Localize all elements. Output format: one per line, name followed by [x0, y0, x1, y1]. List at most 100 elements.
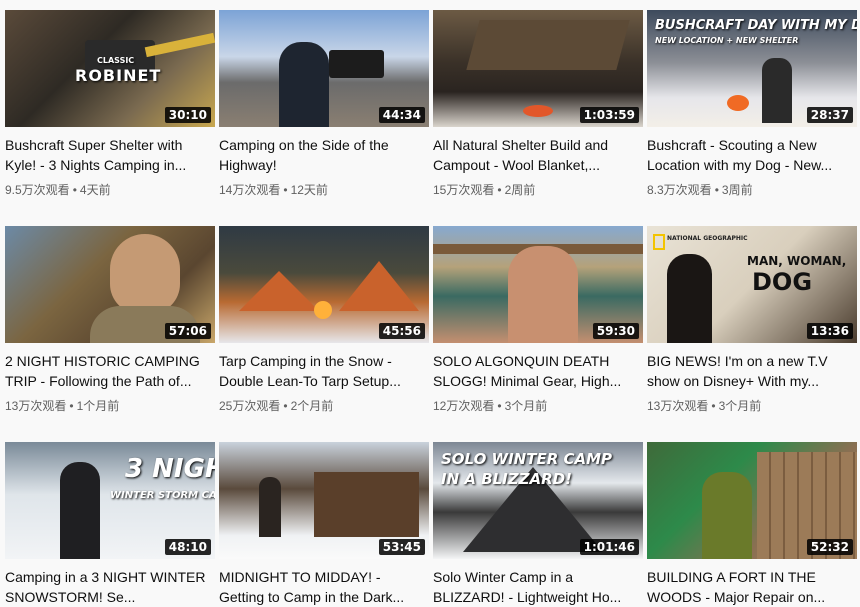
video-card[interactable]: 44:34 Camping on the Side of the Highway… [219, 10, 429, 199]
video-title[interactable]: MIDNIGHT TO MIDDAY! - Getting to Camp in… [219, 567, 429, 607]
video-card[interactable]: 45:56 Tarp Camping in the Snow - Double … [219, 226, 429, 415]
video-meta: 8.3万次观看 • 3周前 [647, 181, 857, 199]
duration-badge: 1:03:59 [579, 107, 639, 123]
video-title[interactable]: Camping on the Side of the Highway! [219, 135, 429, 175]
thumbnail-overlay-small: NATIONAL GEOGRAPHIC [667, 235, 748, 242]
face-shape [110, 234, 180, 314]
duration-badge: 59:30 [592, 323, 639, 339]
separator-dot: • [69, 399, 74, 413]
fire-shape [314, 301, 332, 319]
tarp-right-shape [339, 261, 419, 311]
video-thumbnail[interactable]: 52:32 [647, 442, 857, 559]
video-meta: 25万次观看 • 2个月前 [219, 397, 429, 415]
video-meta: 13万次观看 • 1个月前 [5, 397, 215, 415]
duration-badge: 28:37 [806, 107, 853, 123]
video-thumbnail[interactable]: NATIONAL GEOGRAPHIC MAN, WOMAN, DOG 13:3… [647, 226, 857, 343]
video-card[interactable]: 53:45 MIDNIGHT TO MIDDAY! - Getting to C… [219, 442, 429, 607]
video-thumbnail[interactable]: 1:03:59 [433, 10, 643, 127]
video-grid: CLASSIC ROBINET 30:10 Bushcraft Super Sh… [0, 0, 860, 607]
view-count: 14万次观看 [219, 183, 281, 197]
video-card[interactable]: 1:03:59 All Natural Shelter Build and Ca… [433, 10, 643, 199]
video-thumbnail[interactable]: SOLO WINTER CAMP IN A BLIZZARD! 1:01:46 [433, 442, 643, 559]
thumbnail-overlay-big: DOG [752, 268, 813, 296]
separator-dot: • [497, 399, 502, 413]
video-card[interactable]: NATIONAL GEOGRAPHIC MAN, WOMAN, DOG 13:3… [647, 226, 857, 415]
person-shape [762, 58, 792, 123]
truck-shape [329, 50, 384, 78]
video-thumbnail[interactable]: BUSHCRAFT DAY WITH MY DOG NEW LOCATION +… [647, 10, 857, 127]
separator-dot: • [711, 399, 716, 413]
view-count: 12万次观看 [433, 399, 495, 413]
separator-dot: • [283, 399, 288, 413]
thumbnail-overlay-small: IN A BLIZZARD! [441, 470, 572, 488]
duration-badge: 57:06 [164, 323, 211, 339]
view-count: 15万次观看 [433, 183, 495, 197]
upload-age: 2个月前 [290, 399, 334, 413]
video-title[interactable]: BIG NEWS! I'm on a new T.V show on Disne… [647, 351, 857, 391]
upload-age: 2周前 [504, 183, 536, 197]
thumbnail-overlay-text: 3 NIGHT [125, 454, 215, 484]
separator-dot: • [283, 183, 288, 197]
video-card[interactable]: BUSHCRAFT DAY WITH MY DOG NEW LOCATION +… [647, 10, 857, 199]
video-title[interactable]: Bushcraft Super Shelter with Kyle! - 3 N… [5, 135, 215, 175]
video-card[interactable]: 52:32 BUILDING A FORT IN THE WOODS - Maj… [647, 442, 857, 607]
upload-age: 12天前 [290, 183, 328, 197]
view-count: 8.3万次观看 [647, 183, 712, 197]
video-card[interactable]: SOLO WINTER CAMP IN A BLIZZARD! 1:01:46 … [433, 442, 643, 607]
person-shape [259, 477, 281, 537]
upload-age: 3个月前 [504, 399, 548, 413]
thumbnail-overlay-small: WINTER STORM CAMP [110, 490, 215, 501]
duration-badge: 13:36 [806, 323, 853, 339]
video-thumbnail[interactable]: 59:30 [433, 226, 643, 343]
log-cabin-shape [314, 472, 419, 537]
video-card[interactable]: 57:06 2 NIGHT HISTORIC CAMPING TRIP - Fo… [5, 226, 215, 415]
thumbnail-overlay-text: BUSHCRAFT DAY WITH MY DOG [655, 18, 857, 33]
video-meta: 9.5万次观看 • 4天前 [5, 181, 215, 199]
upload-age: 3周前 [721, 183, 753, 197]
separator-dot: • [714, 183, 719, 197]
video-title[interactable]: 2 NIGHT HISTORIC CAMPING TRIP - Followin… [5, 351, 215, 391]
person-shape [508, 246, 578, 343]
fire-shape [523, 105, 553, 117]
natgeo-logo-icon [653, 234, 665, 250]
video-thumbnail[interactable]: 45:56 [219, 226, 429, 343]
thumbnail-overlay-text: MAN, WOMAN, [747, 254, 847, 268]
video-thumbnail[interactable]: 44:34 [219, 10, 429, 127]
video-thumbnail[interactable]: CLASSIC ROBINET 30:10 [5, 10, 215, 127]
duration-badge: 48:10 [164, 539, 211, 555]
view-count: 13万次观看 [647, 399, 709, 413]
tarp-left-shape [239, 271, 319, 311]
duration-badge: 45:56 [378, 323, 425, 339]
separator-dot: • [72, 183, 77, 197]
video-title[interactable]: Tarp Camping in the Snow - Double Lean-T… [219, 351, 429, 391]
video-thumbnail[interactable]: 3 NIGHT WINTER STORM CAMP 48:10 [5, 442, 215, 559]
video-meta: 13万次观看 • 3个月前 [647, 397, 857, 415]
person-shape [279, 42, 329, 127]
video-card[interactable]: 3 NIGHT WINTER STORM CAMP 48:10 Camping … [5, 442, 215, 607]
view-count: 13万次观看 [5, 399, 67, 413]
fire-shape [727, 95, 749, 111]
upload-age: 3个月前 [718, 399, 762, 413]
duration-badge: 52:32 [806, 539, 853, 555]
thumbnail-overlay-small: NEW LOCATION + NEW SHELTER [655, 36, 799, 45]
video-title[interactable]: Solo Winter Camp in a BLIZZARD! - Lightw… [433, 567, 643, 607]
video-card[interactable]: 59:30 SOLO ALGONQUIN DEATH SLOGG! Minima… [433, 226, 643, 415]
video-title[interactable]: SOLO ALGONQUIN DEATH SLOGG! Minimal Gear… [433, 351, 643, 391]
video-thumbnail[interactable]: 53:45 [219, 442, 429, 559]
video-title[interactable]: Bushcraft - Scouting a New Location with… [647, 135, 857, 175]
video-card[interactable]: CLASSIC ROBINET 30:10 Bushcraft Super Sh… [5, 10, 215, 199]
person-shape [702, 472, 752, 559]
shelter-roof-shape [466, 20, 630, 70]
separator-dot: • [497, 183, 502, 197]
upload-age: 4天前 [79, 183, 111, 197]
video-title[interactable]: BUILDING A FORT IN THE WOODS - Major Rep… [647, 567, 857, 607]
duration-badge: 53:45 [378, 539, 425, 555]
duration-badge: 44:34 [378, 107, 425, 123]
video-title[interactable]: Camping in a 3 NIGHT WINTER SNOWSTORM! S… [5, 567, 215, 607]
thumbnail-overlay-small: CLASSIC [97, 56, 135, 65]
view-count: 9.5万次观看 [5, 183, 70, 197]
upload-age: 1个月前 [76, 399, 120, 413]
axe-handle-shape [144, 32, 215, 58]
video-title[interactable]: All Natural Shelter Build and Campout - … [433, 135, 643, 175]
video-thumbnail[interactable]: 57:06 [5, 226, 215, 343]
